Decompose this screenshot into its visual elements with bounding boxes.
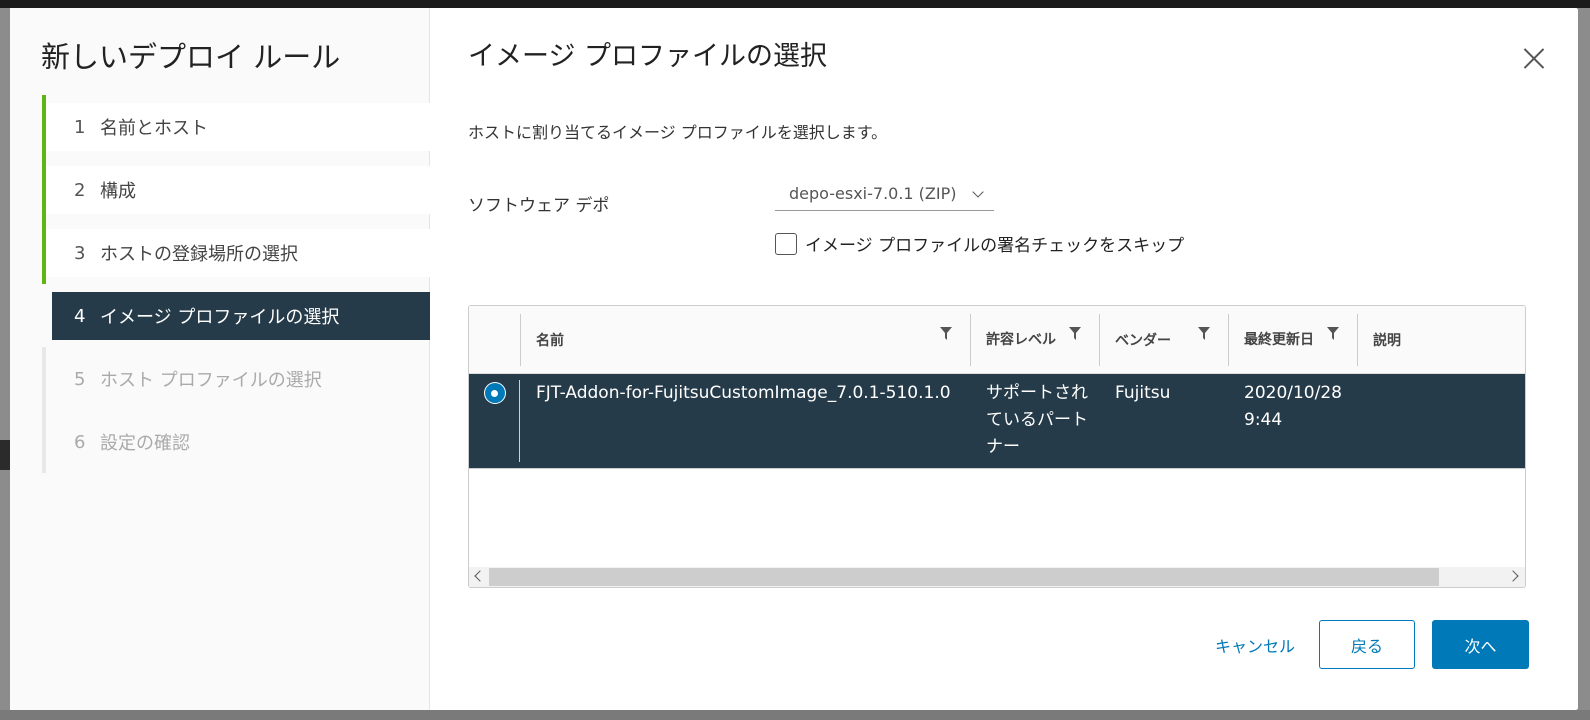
software-depot-value: depo-esxi-7.0.1 (ZIP): [789, 184, 957, 203]
step-number: 1: [74, 116, 86, 138]
backdrop-bottom: [0, 710, 1590, 720]
skip-signature-check-label: イメージ プロファイルの署名チェックをスキップ: [805, 236, 1185, 256]
step-host-profile: 5 ホスト プロファイルの選択: [42, 347, 430, 410]
column-header-acceptance-level[interactable]: 許容レベル: [970, 306, 1099, 373]
step-label: ホストの登録場所の選択: [100, 244, 298, 265]
row-radio-button[interactable]: [483, 382, 506, 404]
software-depot-label: ソフトウェア デポ: [468, 196, 610, 216]
step-progress-bar: [42, 410, 46, 473]
backdrop-top: [0, 0, 1590, 8]
scroll-right-icon[interactable]: [1507, 570, 1519, 582]
cell-vendor: Fujitsu: [1115, 383, 1171, 403]
step-label: 構成: [100, 181, 136, 202]
close-icon[interactable]: [1522, 46, 1546, 70]
step-number: 5: [74, 368, 86, 390]
checkbox-box[interactable]: [775, 232, 797, 255]
backdrop-right: [1578, 8, 1590, 720]
column-header-description[interactable]: 説明: [1357, 306, 1525, 373]
row-select-cell[interactable]: [469, 374, 520, 468]
backdrop-fragment: [0, 440, 10, 470]
scrollbar-thumb[interactable]: [489, 568, 1439, 586]
column-header-name[interactable]: 名前: [520, 306, 970, 373]
wizard-sidebar: 新しいデプロイ ルール 1 名前とホスト 2 構成 3 ホストの登録場所の選択 …: [10, 8, 430, 710]
step-label: 設定の確認: [100, 433, 190, 454]
step-progress-bar: [42, 158, 46, 221]
skip-signature-check-checkbox[interactable]: イメージ プロファイルの署名チェックをスキップ: [775, 231, 1184, 256]
wizard-title: 新しいデプロイ ルール: [41, 40, 341, 74]
wizard-steps: 1 名前とホスト 2 構成 3 ホストの登録場所の選択 4 イメージ プロファイ…: [42, 95, 430, 481]
back-button[interactable]: 戻る: [1319, 620, 1415, 669]
backdrop-left: [0, 8, 10, 720]
column-header-label: 名前: [536, 332, 564, 349]
radio-selected-indicator: [484, 383, 505, 403]
cell-last-updated: 2020/10/28 9:44: [1244, 383, 1342, 430]
cell-description: [1357, 374, 1525, 468]
step-name-and-host[interactable]: 1 名前とホスト: [42, 95, 430, 158]
grid-header: 名前 許容レベル ベンダー 最終更新日 説明: [469, 306, 1525, 374]
step-progress-bar: [42, 347, 46, 410]
table-row[interactable]: FJT-Addon-for-FujitsuCustomImage_7.0.1-5…: [469, 374, 1525, 469]
filter-icon[interactable]: [940, 327, 952, 341]
step-review: 6 設定の確認: [42, 410, 430, 473]
column-header-label: 説明: [1373, 332, 1401, 349]
radio-dot: [491, 389, 498, 397]
step-label: 名前とホスト: [100, 118, 208, 139]
step-number: 2: [74, 179, 86, 201]
cell-name: FJT-Addon-for-FujitsuCustomImage_7.0.1-5…: [536, 383, 951, 403]
column-header-vendor[interactable]: ベンダー: [1099, 306, 1228, 373]
cell-acceptance-level: サポートされているパートナー: [986, 383, 1088, 457]
step-number: 6: [74, 431, 86, 453]
software-depot-select[interactable]: depo-esxi-7.0.1 (ZIP): [775, 182, 994, 211]
next-button[interactable]: 次へ: [1432, 620, 1529, 669]
header-select-column: [469, 306, 520, 373]
step-progress-bar: [42, 221, 46, 284]
page-description: ホストに割り当てるイメージ プロファイルを選択します。: [468, 123, 888, 142]
image-profile-grid: 名前 許容レベル ベンダー 最終更新日 説明 FJT-Addon-for-Fuj…: [468, 305, 1526, 588]
page-title: イメージ プロファイルの選択: [468, 41, 828, 72]
cancel-button[interactable]: キャンセル: [1205, 620, 1305, 669]
horizontal-scrollbar[interactable]: [469, 567, 1525, 587]
filter-icon[interactable]: [1198, 327, 1210, 341]
column-header-last-updated[interactable]: 最終更新日: [1228, 306, 1357, 373]
step-progress-bar: [42, 95, 46, 158]
column-header-label: 許容レベル: [986, 331, 1056, 348]
step-label: イメージ プロファイルの選択: [100, 307, 340, 328]
step-number: 3: [74, 242, 86, 264]
step-configuration[interactable]: 2 構成: [42, 158, 430, 221]
filter-icon[interactable]: [1327, 327, 1339, 341]
step-host-location[interactable]: 3 ホストの登録場所の選択: [42, 221, 430, 284]
scroll-left-icon[interactable]: [474, 570, 486, 582]
column-header-label: 最終更新日: [1244, 331, 1314, 348]
step-number: 4: [74, 305, 86, 327]
wizard-dialog: 新しいデプロイ ルール 1 名前とホスト 2 構成 3 ホストの登録場所の選択 …: [10, 8, 1578, 710]
step-image-profile[interactable]: 4 イメージ プロファイルの選択: [52, 292, 430, 340]
chevron-down-icon: [972, 186, 984, 198]
column-header-label: ベンダー: [1115, 332, 1171, 349]
step-label: ホスト プロファイルの選択: [100, 370, 322, 391]
filter-icon[interactable]: [1069, 327, 1081, 341]
wizard-content: イメージ プロファイルの選択 ホストに割り当てるイメージ プロファイルを選択しま…: [430, 8, 1578, 710]
